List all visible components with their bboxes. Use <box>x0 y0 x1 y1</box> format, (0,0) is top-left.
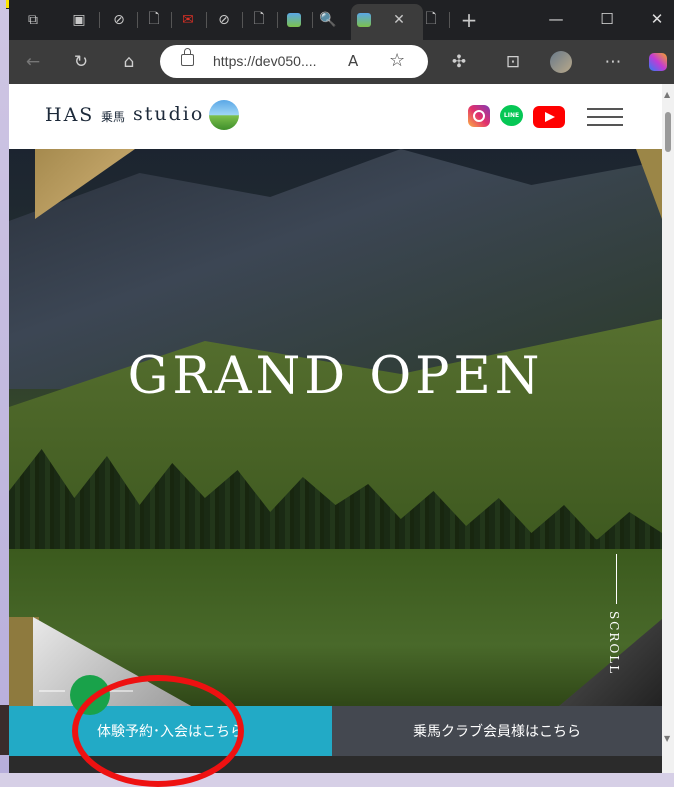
tab-strip: ⧉ ▣ ⊘ 🗋 ✉ ⊘ 🗋 🔍 ✕ 🗋 + — ☐ ✕ <box>9 0 674 40</box>
minimize-icon[interactable]: — <box>544 8 568 30</box>
favorite-icon[interactable]: ☆ <box>389 50 405 71</box>
address-toolbar: ← ↻ ⌂ https://dev050.... A ☆ ✣ ⊡ ⋯ <box>9 40 674 84</box>
site-header: HAS 乗馬 studio LINE <box>9 84 662 149</box>
blocked-icon[interactable]: ⊘ <box>214 10 234 30</box>
browser-window: ⧉ ▣ ⊘ 🗋 ✉ ⊘ 🗋 🔍 ✕ 🗋 + — ☐ ✕ ← ↻ ⌂ https:… <box>9 0 674 773</box>
site-icon[interactable] <box>284 10 304 30</box>
new-tab-icon[interactable]: + <box>459 8 479 32</box>
address-text[interactable]: https://dev050.... <box>213 53 317 69</box>
logo-jp[interactable]: 乗馬 <box>101 108 125 125</box>
close-window-icon[interactable]: ✕ <box>645 8 669 30</box>
hero-banner: GRAND OPEN SCROLL <box>9 149 662 706</box>
logo-studio[interactable]: studio <box>133 103 204 125</box>
workspace-icon[interactable]: ⧉ <box>23 10 43 30</box>
member-login-button[interactable]: 乗馬クラブ会員様はこちら <box>332 706 662 756</box>
tab-actions-icon[interactable]: ▣ <box>69 10 89 30</box>
address-bar[interactable]: https://dev050.... A ☆ <box>160 45 428 78</box>
page-icon[interactable]: 🗋 <box>144 10 164 30</box>
more-icon[interactable]: ⋯ <box>601 51 625 73</box>
close-tab-icon[interactable]: ✕ <box>389 10 409 30</box>
copilot-icon[interactable] <box>646 51 670 73</box>
scroll-indicator[interactable]: SCROLL <box>607 611 621 675</box>
scroll-down-icon[interactable]: ▼ <box>664 734 670 743</box>
page-scrollbar[interactable]: ▲ ▼ <box>662 84 674 773</box>
logo-mark-icon[interactable] <box>209 100 239 130</box>
instagram-icon[interactable] <box>468 105 490 127</box>
youtube-icon[interactable] <box>533 106 565 128</box>
search-icon[interactable]: 🔍 <box>318 10 338 30</box>
page-icon[interactable]: 🗋 <box>421 10 441 30</box>
scroll-up-icon[interactable]: ▲ <box>664 90 670 99</box>
back-icon[interactable]: ← <box>21 51 45 73</box>
page-icon[interactable]: 🗋 <box>249 10 269 30</box>
read-aloud-icon[interactable]: A <box>348 52 358 70</box>
webpage: HAS 乗馬 studio LINE GRAND OPEN SCROLL 体験予… <box>9 84 662 773</box>
annotation-circle <box>72 675 244 787</box>
profile-avatar[interactable] <box>549 51 573 73</box>
refresh-icon[interactable]: ↻ <box>69 51 93 73</box>
home-icon[interactable]: ⌂ <box>117 51 141 73</box>
logo-has[interactable]: HAS <box>45 104 94 126</box>
lock-icon[interactable] <box>181 48 194 66</box>
extensions-icon[interactable]: ✣ <box>447 51 471 73</box>
blocked-icon[interactable]: ⊘ <box>109 10 129 30</box>
scroll-line <box>616 554 617 604</box>
site-icon[interactable] <box>354 10 374 30</box>
maximize-icon[interactable]: ☐ <box>595 8 619 30</box>
desktop-background-dark <box>0 705 9 755</box>
line-icon[interactable]: LINE <box>500 105 523 126</box>
hero-title: GRAND OPEN <box>127 347 544 406</box>
hamburger-menu-icon[interactable] <box>587 108 623 132</box>
screenshot-icon[interactable]: ⊡ <box>501 51 525 73</box>
gmail-icon[interactable]: ✉ <box>178 10 198 30</box>
scroll-thumb[interactable] <box>665 112 671 152</box>
desktop-background <box>0 0 9 773</box>
